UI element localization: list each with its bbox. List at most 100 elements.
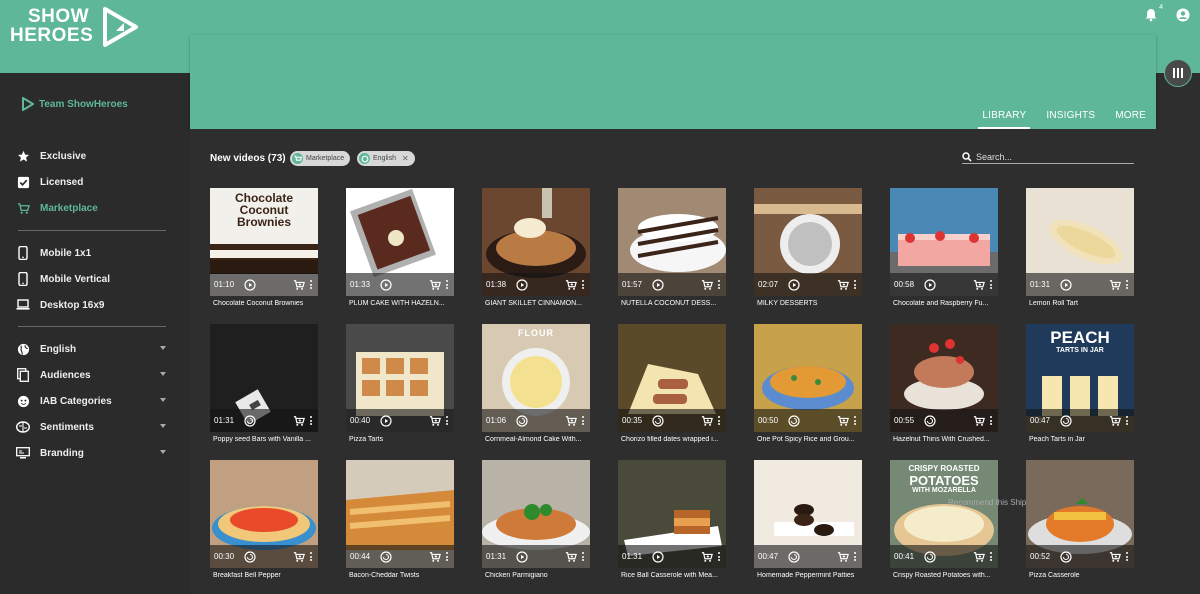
- video-thumbnail[interactable]: 00:30: [210, 460, 318, 568]
- video-card[interactable]: 01:31 Rice Ball Casserole with Mea...: [618, 460, 726, 590]
- video-title[interactable]: Pizza Tarts: [349, 436, 453, 443]
- video-title[interactable]: Breakfast Bell Pepper: [213, 572, 317, 579]
- more-options-icon[interactable]: [308, 551, 314, 563]
- video-thumbnail[interactable]: 00:58: [890, 188, 998, 296]
- video-thumbnail[interactable]: 01:31: [1026, 188, 1134, 296]
- sidebar-item-english[interactable]: English: [16, 339, 166, 359]
- video-card[interactable]: 01:31 Poppy seed Bars with Vanilla ...: [210, 324, 318, 454]
- video-thumbnail[interactable]: PEACH TARTS IN JAR 00:47: [1026, 324, 1134, 432]
- more-options-icon[interactable]: [988, 279, 994, 291]
- play-preview-icon[interactable]: [788, 414, 800, 427]
- add-to-cart-icon[interactable]: [1109, 279, 1121, 291]
- add-to-cart-icon[interactable]: [293, 551, 305, 563]
- video-title[interactable]: Chorizo filled dates wrapped i...: [621, 436, 725, 443]
- add-to-cart-icon[interactable]: [973, 551, 985, 563]
- add-to-cart-icon[interactable]: [701, 279, 713, 291]
- tab-library[interactable]: LIBRARY: [972, 101, 1036, 129]
- more-options-icon[interactable]: [1124, 415, 1130, 427]
- sidebar-item-sentiments[interactable]: Sentiments: [16, 417, 166, 437]
- notifications-bell-icon[interactable]: 4: [1144, 4, 1163, 22]
- video-card[interactable]: Chocolate Coconut Brownies 01:10 Chocola…: [210, 188, 318, 318]
- more-options-icon[interactable]: [444, 415, 450, 427]
- play-preview-icon[interactable]: [244, 414, 256, 427]
- add-to-cart-icon[interactable]: [565, 551, 577, 563]
- more-options-icon[interactable]: [580, 415, 586, 427]
- video-thumbnail[interactable]: 00:50: [754, 324, 862, 432]
- tab-more[interactable]: MORE: [1105, 101, 1156, 129]
- showheroes-logo[interactable]: SHOW HEROES: [10, 7, 140, 49]
- video-title[interactable]: Poppy seed Bars with Vanilla ...: [213, 436, 317, 443]
- add-to-cart-icon[interactable]: [429, 279, 441, 291]
- video-card[interactable]: 00:50 One Pot Spicy Rice and Grou...: [754, 324, 862, 454]
- add-to-cart-icon[interactable]: [565, 415, 577, 427]
- video-card[interactable]: 00:44 Bacon-Cheddar Twists: [346, 460, 454, 590]
- play-preview-icon[interactable]: [244, 278, 256, 291]
- more-options-icon[interactable]: [852, 415, 858, 427]
- video-thumbnail[interactable]: 01:57: [618, 188, 726, 296]
- more-options-icon[interactable]: [444, 551, 450, 563]
- more-options-icon[interactable]: [852, 551, 858, 563]
- add-to-cart-icon[interactable]: [429, 551, 441, 563]
- play-preview-icon[interactable]: [924, 414, 936, 427]
- sidebar-item-mobile-vertical[interactable]: Mobile Vertical: [16, 269, 166, 289]
- video-thumbnail[interactable]: Chocolate Coconut Brownies 01:10: [210, 188, 318, 296]
- sidebar-item-licensed[interactable]: Licensed: [16, 172, 166, 192]
- video-card[interactable]: 01:31 Lemon Roll Tart: [1026, 188, 1134, 318]
- add-to-cart-icon[interactable]: [701, 415, 713, 427]
- more-options-icon[interactable]: [580, 279, 586, 291]
- video-card[interactable]: 01:31 Chicken Parmigiano: [482, 460, 590, 590]
- video-title[interactable]: NUTELLA COCONUT DESS...: [621, 300, 725, 307]
- add-to-cart-icon[interactable]: [293, 279, 305, 291]
- video-card[interactable]: 02:07 MILKY DESSERTS: [754, 188, 862, 318]
- video-title[interactable]: Pizza Casserole: [1029, 572, 1133, 579]
- video-title[interactable]: Hazelnut Thins With Crushed...: [893, 436, 997, 443]
- video-thumbnail[interactable]: CRISPY ROASTED POTATOES WITH MOZARELLA 0…: [890, 460, 998, 568]
- video-thumbnail[interactable]: 01:31: [618, 460, 726, 568]
- user-account-icon[interactable]: [1176, 8, 1190, 22]
- more-options-icon[interactable]: [716, 279, 722, 291]
- video-card[interactable]: FLOUR 01:06 Cornmeal-Almond Cake With...: [482, 324, 590, 454]
- filter-chip-english[interactable]: English ✕: [357, 151, 415, 166]
- add-to-cart-icon[interactable]: [1109, 551, 1121, 563]
- video-card[interactable]: 00:52 Pizza Casserole: [1026, 460, 1134, 590]
- search-input[interactable]: [976, 151, 1126, 162]
- video-title[interactable]: Rice Ball Casserole with Mea...: [621, 572, 725, 579]
- video-thumbnail[interactable]: 00:55: [890, 324, 998, 432]
- add-to-cart-icon[interactable]: [837, 279, 849, 291]
- video-card[interactable]: CRISPY ROASTED POTATOES WITH MOZARELLA 0…: [890, 460, 1026, 590]
- video-thumbnail[interactable]: 00:47: [754, 460, 862, 568]
- add-to-cart-icon[interactable]: [701, 551, 713, 563]
- more-options-icon[interactable]: [580, 551, 586, 563]
- video-title[interactable]: Peach Tarts in Jar: [1029, 436, 1133, 443]
- sidebar-item-iab-categories[interactable]: IAB Categories: [16, 391, 166, 411]
- remove-filter-icon[interactable]: ✕: [402, 154, 409, 163]
- play-preview-icon[interactable]: [652, 414, 664, 427]
- video-thumbnail[interactable]: 00:35: [618, 324, 726, 432]
- play-preview-icon[interactable]: [380, 278, 392, 291]
- video-title[interactable]: GIANT SKILLET CINNAMON...: [485, 300, 589, 307]
- add-to-cart-icon[interactable]: [429, 415, 441, 427]
- video-title[interactable]: Chicken Parmigiano: [485, 572, 589, 579]
- more-options-icon[interactable]: [308, 279, 314, 291]
- video-thumbnail[interactable]: 01:31: [210, 324, 318, 432]
- video-title[interactable]: Chocolate and Raspberry Fu...: [893, 300, 997, 307]
- filter-chip-marketplace[interactable]: Marketplace: [290, 151, 351, 166]
- tab-insights[interactable]: INSIGHTS: [1036, 101, 1105, 129]
- video-title[interactable]: One Pot Spicy Rice and Grou...: [757, 436, 861, 443]
- play-preview-icon[interactable]: [380, 550, 392, 563]
- add-to-cart-icon[interactable]: [1109, 415, 1121, 427]
- sidebar-item-mobile-1x1[interactable]: Mobile 1x1: [16, 243, 166, 263]
- video-thumbnail[interactable]: 01:33: [346, 188, 454, 296]
- video-title[interactable]: Homemade Peppermint Patties: [757, 572, 861, 579]
- play-preview-icon[interactable]: [1060, 550, 1072, 563]
- add-to-cart-icon[interactable]: [973, 415, 985, 427]
- video-card[interactable]: 00:40 Pizza Tarts: [346, 324, 454, 454]
- video-thumbnail[interactable]: FLOUR 01:06: [482, 324, 590, 432]
- more-options-icon[interactable]: [444, 279, 450, 291]
- sidebar-item-exclusive[interactable]: Exclusive: [16, 146, 166, 166]
- play-preview-icon[interactable]: [652, 550, 664, 563]
- play-preview-icon[interactable]: [244, 550, 256, 563]
- add-to-cart-icon[interactable]: [837, 415, 849, 427]
- play-preview-icon[interactable]: [788, 278, 800, 291]
- sidebar-item-marketplace[interactable]: Marketplace: [16, 198, 166, 218]
